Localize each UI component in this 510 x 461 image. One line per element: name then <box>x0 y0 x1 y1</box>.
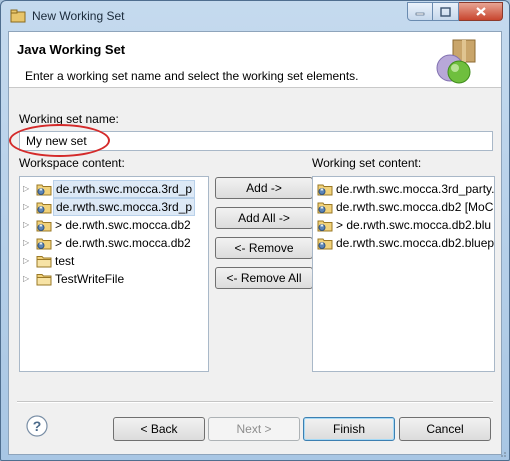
add-button[interactable]: Add -> <box>215 177 313 199</box>
name-label: Working set name: <box>19 112 119 126</box>
java-project-icon <box>36 182 52 196</box>
close-button[interactable] <box>459 2 503 21</box>
working-set-tree[interactable]: de.rwth.swc.mocca.3rd_party. de.rwth.swc.… <box>312 176 495 372</box>
svg-text:?: ? <box>33 418 42 434</box>
tree-item-label: de.rwth.swc.mocca.3rd_party. <box>336 182 494 196</box>
tree-item-label: test <box>55 254 75 268</box>
minimize-icon <box>415 12 425 15</box>
tree-item[interactable]: ▷ > de.rwth.swc.mocca.db2 <box>20 234 208 252</box>
add-all-button[interactable]: Add All -> <box>215 207 313 229</box>
back-button[interactable]: < Back <box>113 417 205 441</box>
wizard-header: Java Working Set Enter a working set nam… <box>9 32 501 88</box>
resize-grip-icon[interactable] <box>497 448 507 458</box>
finish-button[interactable]: Finish <box>303 417 395 441</box>
tree-item[interactable]: de.rwth.swc.mocca.db2.bluep <box>313 234 494 252</box>
expand-arrow-icon[interactable]: ▷ <box>23 234 33 252</box>
tree-item[interactable]: ▷ test <box>20 252 208 270</box>
dialog-body: Java Working Set Enter a working set nam… <box>8 31 502 455</box>
expand-arrow-icon[interactable]: ▷ <box>23 216 33 234</box>
folder-icon <box>36 272 52 286</box>
tree-item-label: > de.rwth.swc.mocca.db2 <box>55 218 191 232</box>
tree-item[interactable]: > de.rwth.swc.mocca.db2.blu <box>313 216 494 234</box>
maximize-button[interactable] <box>433 2 459 21</box>
tree-item[interactable]: ▷ > de.rwth.swc.mocca.db2 <box>20 216 208 234</box>
working-set-wizard-icon <box>436 39 476 84</box>
dialog-window: New Working Set Java Working Set Enter a… <box>0 0 510 461</box>
workspace-content-label: Workspace content: <box>19 156 125 170</box>
folder-icon <box>36 254 52 268</box>
remove-button[interactable]: <- Remove <box>215 237 313 259</box>
workspace-tree[interactable]: ▷ de.rwth.swc.mocca.3rd_p ▷ de.rwth.swc.moc… <box>19 176 209 372</box>
maximize-icon <box>440 6 451 17</box>
minimize-button[interactable] <box>407 2 433 21</box>
tree-item[interactable]: ▷ de.rwth.swc.mocca.3rd_p <box>20 180 208 198</box>
tree-item[interactable]: de.rwth.swc.mocca.3rd_party. <box>313 180 494 198</box>
tree-item-label: TestWriteFile <box>55 272 125 286</box>
window-title: New Working Set <box>32 9 125 23</box>
java-project-icon <box>317 218 333 232</box>
java-project-icon <box>36 200 52 214</box>
cancel-button[interactable]: Cancel <box>399 417 491 441</box>
tree-item[interactable]: ▷ TestWriteFile <box>20 270 208 288</box>
java-project-icon <box>317 182 333 196</box>
window-controls <box>407 2 503 21</box>
tree-item-label: de.rwth.swc.mocca.db2.bluep <box>336 236 494 250</box>
working-set-content-label: Working set content: <box>312 156 422 170</box>
tree-item-label: > de.rwth.swc.mocca.db2 <box>55 236 191 250</box>
tree-item-label: de.rwth.swc.mocca.3rd_p <box>53 180 196 198</box>
expand-arrow-icon[interactable]: ▷ <box>23 198 33 216</box>
title-bar[interactable]: New Working Set <box>1 1 509 31</box>
expand-arrow-icon[interactable]: ▷ <box>23 180 33 198</box>
java-project-icon <box>36 236 52 250</box>
tree-item[interactable]: ▷ de.rwth.swc.mocca.3rd_p <box>20 198 208 216</box>
tree-item-label: > de.rwth.swc.mocca.db2.blu <box>336 218 492 232</box>
tree-item-label: de.rwth.swc.mocca.db2 [MoC <box>336 200 494 214</box>
tree-item[interactable]: de.rwth.swc.mocca.db2 [MoC <box>313 198 494 216</box>
java-project-icon <box>317 200 333 214</box>
expand-arrow-icon[interactable]: ▷ <box>23 270 33 288</box>
remove-all-button[interactable]: <- Remove All <box>215 267 313 289</box>
page-description: Enter a working set name and select the … <box>25 69 359 83</box>
next-button[interactable]: Next > <box>208 417 300 441</box>
tree-item-label: de.rwth.swc.mocca.3rd_p <box>53 198 196 216</box>
expand-arrow-icon[interactable]: ▷ <box>23 252 33 270</box>
working-set-icon <box>10 9 26 23</box>
footer-separator <box>17 401 493 403</box>
help-icon[interactable]: ? <box>26 415 48 437</box>
java-project-icon <box>36 218 52 232</box>
java-project-icon <box>317 236 333 250</box>
working-set-name-input[interactable] <box>19 131 493 151</box>
close-icon <box>475 7 486 16</box>
page-title: Java Working Set <box>17 42 126 57</box>
